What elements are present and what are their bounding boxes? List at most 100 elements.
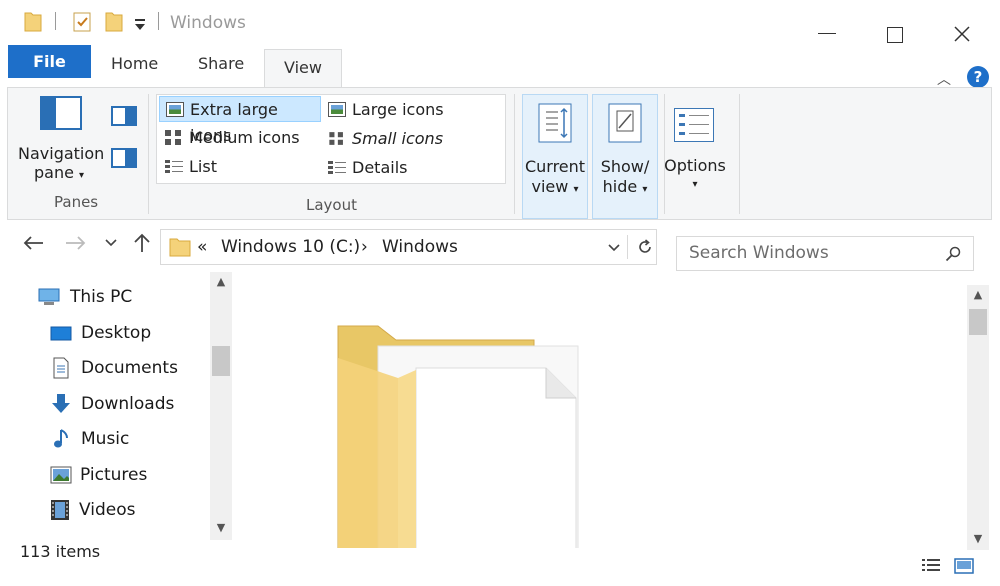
search-input[interactable]: Search Windows xyxy=(689,243,829,263)
layout-gallery: Extra large icons Large icons Medium ico… xyxy=(156,94,657,185)
group-separator xyxy=(148,94,149,214)
recent-locations-button[interactable] xyxy=(104,238,118,248)
nav-item-label: Pictures xyxy=(80,465,148,485)
current-view-icon xyxy=(538,103,572,143)
nav-item-this-pc[interactable]: This PC xyxy=(38,284,132,310)
show-hide-icon xyxy=(608,103,642,143)
help-button[interactable]: ? xyxy=(967,66,989,88)
layout-large-icons[interactable]: Large icons xyxy=(322,97,472,123)
tab-file[interactable]: File xyxy=(8,45,91,78)
group-separator xyxy=(514,94,515,214)
quick-access-separator xyxy=(55,12,56,30)
new-folder-icon[interactable] xyxy=(105,10,123,32)
refresh-icon[interactable] xyxy=(637,239,653,255)
search-icon[interactable] xyxy=(945,246,961,262)
address-bar[interactable]: « Windows 10 (C:) › Windows xyxy=(160,229,657,265)
nav-item-documents[interactable]: Documents xyxy=(50,355,178,381)
scroll-down-icon[interactable]: ▼ xyxy=(967,529,989,549)
layout-item-label: Medium icons xyxy=(189,128,300,147)
search-box[interactable]: Search Windows xyxy=(676,236,974,271)
layout-item-label: List xyxy=(189,157,217,176)
show-hide-label: Show/ hide ▾ xyxy=(600,157,650,196)
nav-pane-scrollbar[interactable]: ▲ ▼ xyxy=(210,272,232,540)
large-icons-view-icon[interactable] xyxy=(954,558,974,574)
breadcrumb-separator[interactable]: › xyxy=(361,237,368,257)
nav-item-label: Downloads xyxy=(81,394,175,414)
scroll-up-icon[interactable]: ▲ xyxy=(210,272,232,292)
layout-small-icons[interactable]: Small icons xyxy=(322,126,472,152)
layout-medium-icons[interactable]: Medium icons xyxy=(159,125,319,151)
up-button[interactable] xyxy=(133,233,151,253)
nav-item-music[interactable]: Music xyxy=(50,426,129,452)
scroll-thumb[interactable] xyxy=(212,346,230,376)
group-separator xyxy=(739,94,740,214)
minimize-ribbon-icon[interactable]: ︿ xyxy=(937,69,951,89)
preview-pane-icon[interactable] xyxy=(111,106,137,126)
navigation-pane-button[interactable]: Navigation pane ▾ xyxy=(18,144,104,185)
options-dropdown-icon: ▾ xyxy=(692,179,698,190)
current-view-label: Current view ▾ xyxy=(524,157,586,196)
nav-item-videos[interactable]: Videos xyxy=(50,497,136,523)
extra-large-icons-icon xyxy=(166,102,184,117)
details-pane-icon[interactable] xyxy=(111,148,137,168)
music-icon xyxy=(54,429,68,448)
window-title: Windows xyxy=(170,13,246,33)
breadcrumb-overflow[interactable]: « xyxy=(197,237,207,257)
breadcrumb-windows[interactable]: Windows xyxy=(382,237,458,257)
options-button[interactable]: Options ▾ xyxy=(662,156,728,194)
medium-icons-icon xyxy=(165,130,183,145)
nav-item-pictures[interactable]: Pictures xyxy=(50,462,147,488)
title-separator xyxy=(158,12,159,30)
tab-view-label: View xyxy=(284,58,322,77)
ribbon-tabs: File Home Share View ︿ ? xyxy=(0,44,1000,89)
group-separator xyxy=(664,94,665,214)
back-button[interactable] xyxy=(22,235,44,251)
scroll-up-icon[interactable]: ▲ xyxy=(967,285,989,305)
large-icons-icon xyxy=(328,102,346,117)
folder-icon[interactable] xyxy=(24,10,42,32)
details-view-icon[interactable] xyxy=(921,558,941,574)
navigation-pane-label: Navigation xyxy=(18,144,105,163)
layout-extra-large-icons[interactable]: Extra large icons xyxy=(159,96,321,145)
small-icons-icon xyxy=(329,132,345,145)
layout-details[interactable]: Details xyxy=(322,155,472,181)
tab-share[interactable]: Share xyxy=(198,54,244,73)
navigation-pane-icon[interactable] xyxy=(40,96,82,130)
current-view-button[interactable]: Current view ▾ xyxy=(522,94,588,219)
nav-item-label: Music xyxy=(81,429,130,449)
scroll-down-icon[interactable]: ▼ xyxy=(210,518,232,538)
layout-group-label: Layout xyxy=(306,196,357,214)
title-bar: Windows xyxy=(0,0,1000,46)
status-item-count: 113 items xyxy=(20,542,101,561)
options-icon[interactable] xyxy=(674,108,714,142)
panes-group-label: Panes xyxy=(54,193,99,211)
folder-icon xyxy=(169,238,191,257)
videos-icon xyxy=(51,500,69,520)
layout-item-label: Large icons xyxy=(352,100,444,119)
customize-quick-access-icon[interactable] xyxy=(134,14,146,36)
address-divider xyxy=(627,235,628,259)
details-icon xyxy=(328,160,346,175)
layout-list[interactable]: List xyxy=(159,154,279,180)
breadcrumb-drive[interactable]: Windows 10 (C:) xyxy=(221,237,360,257)
nav-item-label: Videos xyxy=(79,500,136,520)
nav-item-downloads[interactable]: Downloads xyxy=(50,391,174,417)
nav-item-label: Desktop xyxy=(81,323,152,343)
forward-button[interactable] xyxy=(65,235,87,251)
show-hide-button[interactable]: Show/ hide ▾ xyxy=(592,94,658,219)
minimize-button[interactable] xyxy=(818,33,836,34)
properties-icon[interactable] xyxy=(72,10,92,32)
content-scrollbar[interactable]: ▲ ▼ xyxy=(967,285,989,550)
tab-home[interactable]: Home xyxy=(111,54,158,73)
list-icon xyxy=(165,159,183,174)
scroll-thumb[interactable] xyxy=(969,309,987,335)
tab-view[interactable]: View xyxy=(264,49,342,89)
maximize-button[interactable] xyxy=(887,27,903,43)
close-button[interactable] xyxy=(952,24,972,44)
nav-item-desktop[interactable]: Desktop xyxy=(50,320,151,346)
nav-item-label: Documents xyxy=(81,358,178,378)
folder-item-icon[interactable] xyxy=(330,318,585,548)
ribbon: Navigation pane ▾ Panes Extra large icon… xyxy=(7,87,992,220)
address-dropdown-icon[interactable] xyxy=(607,243,621,253)
nav-item-label: This PC xyxy=(70,287,133,307)
